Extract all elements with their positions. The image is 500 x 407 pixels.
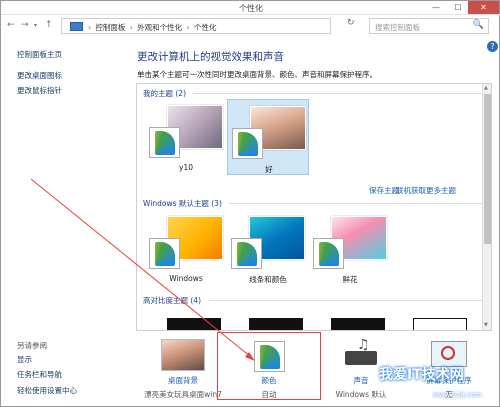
breadcrumb-separator: ›	[88, 23, 91, 32]
high-contrast-theme-preview[interactable]	[167, 318, 221, 330]
save-theme-link[interactable]: 保存主题	[369, 185, 399, 196]
see-also-heading: 另请参阅	[17, 341, 47, 350]
refresh-icon[interactable]: ↻	[347, 18, 355, 28]
help-icon[interactable]: ?	[487, 41, 498, 52]
scroll-up-icon[interactable]: ▲	[484, 85, 488, 91]
watermark-url: www.52ij.com	[433, 391, 482, 399]
personalization-window: 个性化 — ☐ ✕ ← → ▾ ↑ › 控制面板 › 外观和个性化 › 个性化 …	[0, 0, 500, 407]
breadcrumb-control-panel[interactable]: 控制面板	[95, 23, 125, 32]
color-palette-icon	[313, 238, 344, 269]
search-placeholder: 搜索控制面板	[375, 23, 420, 32]
theme-list-scrollbar[interactable]: ▲ ▼	[482, 84, 491, 330]
page-title: 更改计算机上的视觉效果和声音	[137, 51, 284, 63]
recent-locations-chevron-icon[interactable]: ▾	[34, 22, 37, 29]
high-contrast-theme-preview[interactable]	[249, 318, 303, 330]
page-subtitle: 单击某个主题可一次性同时更改桌面背景、颜色、声音和屏幕保护程序。	[137, 70, 377, 79]
theme-label: y10	[179, 163, 193, 172]
scrollbar-thumb[interactable]	[484, 94, 491, 244]
divider	[193, 93, 485, 94]
sidebar-item-desktop-icons[interactable]: 更改桌面图标	[17, 70, 62, 81]
theme-list: 我的主题 (2) y10 好 保存主题 联机获取更多主题 Windows 默认主…	[136, 83, 492, 331]
back-arrow-icon[interactable]: ←	[7, 20, 15, 30]
theme-y10[interactable]: y10	[145, 99, 227, 175]
title-bar: 个性化 — ☐ ✕	[1, 1, 500, 15]
theme-label: 好	[265, 165, 273, 174]
sidebar-item-mouse-pointer[interactable]: 更改鼠标指针	[17, 85, 62, 96]
breadcrumb-personalization[interactable]: 个性化	[194, 23, 217, 32]
breadcrumb-appearance[interactable]: 外观和个性化	[137, 23, 182, 32]
color-palette-icon	[232, 128, 263, 159]
address-bar[interactable]: › 控制面板 › 外观和个性化 › 个性化 ▾	[61, 18, 388, 34]
color-palette-icon	[149, 127, 180, 158]
watermark-logo: 我爱IT技术网	[379, 367, 464, 383]
sidebar-item-control-panel-home[interactable]: 控制面板主页	[17, 49, 62, 60]
theme-hao-selected[interactable]: 好	[227, 99, 309, 175]
my-themes-heading: 我的主题 (2)	[143, 89, 187, 98]
breadcrumb-separator: ›	[186, 23, 190, 32]
theme-label: Windows	[169, 274, 203, 283]
color-palette-icon	[231, 238, 262, 269]
up-arrow-icon[interactable]: ↑	[45, 20, 53, 30]
sidebar-link-ease-of-access[interactable]: 轻松使用设置中心	[17, 385, 77, 396]
desktop-background-value: 漂亮美女玩具桌面win7	[144, 390, 222, 399]
forward-arrow-icon[interactable]: →	[21, 20, 29, 30]
sidebar-link-display[interactable]: 显示	[17, 354, 32, 365]
high-contrast-theme-preview[interactable]	[331, 318, 385, 330]
breadcrumb: › 控制面板 › 外观和个性化 › 个性化	[88, 22, 218, 33]
color-highlight-box	[217, 332, 321, 400]
default-themes-heading: Windows 默认主题 (3)	[143, 199, 222, 208]
divider	[209, 300, 485, 301]
desktop-background-icon[interactable]	[153, 337, 213, 377]
sidebar: 控制面板主页 更改桌面图标 更改鼠标指针 另请参阅 显示 任务栏和导航 轻松使用…	[1, 37, 131, 407]
theme-windows[interactable]: Windows	[145, 210, 227, 286]
high-contrast-heading: 高对比度主题 (4)	[143, 296, 202, 305]
sidebar-link-taskbar[interactable]: 任务栏和导航	[17, 369, 62, 380]
search-box[interactable]: 搜索控制面板 🔍	[369, 18, 489, 34]
maximize-button[interactable]: ☐	[448, 1, 468, 14]
scroll-down-icon[interactable]: ▼	[484, 322, 488, 328]
control-panel-icon	[70, 22, 83, 31]
sounds-value: Windows 默认	[335, 390, 387, 399]
theme-label: 线条和颜色	[249, 275, 287, 284]
desktop-background-label[interactable]: 桌面背景	[138, 375, 228, 386]
minimize-button[interactable]: —	[426, 1, 446, 14]
get-more-themes-link[interactable]: 联机获取更多主题	[396, 185, 456, 196]
search-icon[interactable]: 🔍	[473, 20, 484, 30]
color-palette-icon	[149, 238, 180, 269]
breadcrumb-separator: ›	[129, 23, 133, 32]
theme-flowers[interactable]: 鲜花	[309, 210, 391, 286]
theme-label: 鲜花	[342, 275, 358, 284]
close-button[interactable]: ✕	[468, 1, 499, 14]
theme-lines-colors[interactable]: 线条和颜色	[227, 210, 309, 286]
divider	[229, 203, 485, 204]
high-contrast-theme-preview[interactable]	[413, 318, 467, 330]
